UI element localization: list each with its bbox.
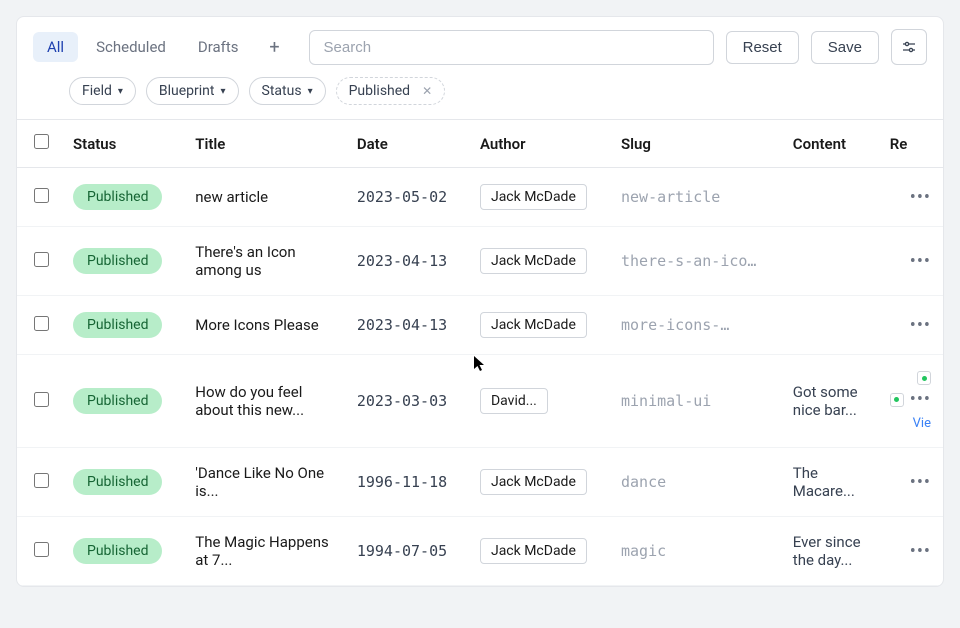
entry-type-tabs: All Scheduled Drafts + <box>33 32 289 62</box>
toolbar: All Scheduled Drafts + Reset Save <box>17 17 943 77</box>
status-badge: Published <box>73 184 162 210</box>
filter-field-label: Field <box>82 83 112 99</box>
col-title[interactable]: Title <box>183 120 345 168</box>
chevron-down-icon: ▾ <box>308 86 313 97</box>
active-filter-published[interactable]: Published ✕ <box>336 77 446 105</box>
entry-slug: there-s-an-ico… <box>621 252 756 270</box>
row-actions-menu[interactable]: ••• <box>910 315 931 336</box>
entry-date: 1994-07-05 <box>357 542 447 560</box>
table-row: Published There's an Icon among us 2023-… <box>17 227 943 296</box>
row-actions-menu[interactable]: ••• <box>910 251 931 272</box>
author-chip[interactable]: Jack McDade <box>480 312 587 338</box>
table-row: Published new article 2023-05-02 Jack Mc… <box>17 168 943 227</box>
author-chip[interactable]: Jack McDade <box>480 538 587 564</box>
filter-status[interactable]: Status ▾ <box>249 77 326 105</box>
plus-icon[interactable]: + <box>261 33 289 61</box>
entry-slug: new-article <box>621 188 720 206</box>
author-chip[interactable]: Jack McDade <box>480 184 587 210</box>
col-content[interactable]: Content <box>781 120 878 168</box>
table-header-row: Status Title Date Author Slug Content Re <box>17 120 943 168</box>
filter-blueprint[interactable]: Blueprint ▾ <box>146 77 239 105</box>
save-button[interactable]: Save <box>811 31 879 64</box>
status-badge: Published <box>73 538 162 564</box>
tab-scheduled[interactable]: Scheduled <box>82 32 180 62</box>
entry-title[interactable]: 'Dance Like No One is... <box>195 464 324 500</box>
columns-settings-button[interactable] <box>891 29 927 65</box>
col-author[interactable]: Author <box>468 120 609 168</box>
row-checkbox[interactable] <box>34 188 49 203</box>
entry-date: 2023-03-03 <box>357 392 447 410</box>
author-chip[interactable]: Jack McDade <box>480 248 587 274</box>
col-status[interactable]: Status <box>61 120 183 168</box>
table-row: Published More Icons Please 2023-04-13 J… <box>17 296 943 355</box>
row-actions-menu[interactable]: ••• <box>910 187 931 208</box>
entry-date: 2023-05-02 <box>357 188 447 206</box>
entry-title[interactable]: The Magic Happens at 7... <box>195 533 328 569</box>
entries-table: Status Title Date Author Slug Content Re… <box>17 120 943 586</box>
close-icon[interactable]: ✕ <box>422 84 432 98</box>
entries-panel: All Scheduled Drafts + Reset Save Field … <box>16 16 944 587</box>
tab-drafts[interactable]: Drafts <box>184 32 253 62</box>
col-slug[interactable]: Slug <box>609 120 781 168</box>
active-filter-label: Published <box>349 83 410 99</box>
entry-content-preview: Got some nice bar... <box>793 383 858 419</box>
entry-title[interactable]: new article <box>195 188 268 206</box>
status-badge: Published <box>73 248 162 274</box>
entry-title[interactable]: How do you feel about this new... <box>195 383 304 419</box>
status-badge: Published <box>73 469 162 495</box>
col-date[interactable]: Date <box>345 120 468 168</box>
entry-date: 2023-04-13 <box>357 252 447 270</box>
chevron-down-icon: ▾ <box>221 86 226 97</box>
status-badge: Published <box>73 312 162 338</box>
entry-title[interactable]: More Icons Please <box>195 316 318 334</box>
filter-status-label: Status <box>262 83 302 99</box>
filter-field[interactable]: Field ▾ <box>69 77 136 105</box>
reset-button[interactable]: Reset <box>726 31 799 64</box>
revision-chip[interactable] <box>917 371 931 385</box>
revision-chip[interactable] <box>890 393 904 407</box>
entry-title[interactable]: There's an Icon among us <box>195 243 295 279</box>
author-chip[interactable]: Jack McDade <box>480 469 587 495</box>
entry-content-preview: Ever since the day... <box>793 533 861 569</box>
filter-blueprint-label: Blueprint <box>159 83 215 99</box>
sliders-icon <box>901 39 917 55</box>
entry-slug: more-icons-… <box>621 316 729 334</box>
select-all-checkbox[interactable] <box>34 134 49 149</box>
row-checkbox[interactable] <box>34 473 49 488</box>
row-checkbox[interactable] <box>34 252 49 267</box>
author-chip[interactable]: David... <box>480 388 548 414</box>
table-row: Published How do you feel about this new… <box>17 355 943 448</box>
view-link[interactable]: Vie <box>913 416 931 431</box>
table-wrapper: Status Title Date Author Slug Content Re… <box>17 119 943 586</box>
search-wrapper <box>309 30 714 65</box>
table-row: Published The Magic Happens at 7... 1994… <box>17 517 943 586</box>
table-row: Published 'Dance Like No One is... 1996-… <box>17 448 943 517</box>
entry-slug: minimal-ui <box>621 392 711 410</box>
chevron-down-icon: ▾ <box>118 86 123 97</box>
tab-all[interactable]: All <box>33 32 78 62</box>
row-actions-menu[interactable]: ••• <box>910 389 931 410</box>
row-checkbox[interactable] <box>34 316 49 331</box>
filter-bar: Field ▾ Blueprint ▾ Status ▾ Published ✕ <box>17 77 943 119</box>
entry-slug: dance <box>621 473 666 491</box>
row-actions-menu[interactable]: ••• <box>910 472 931 493</box>
col-rev[interactable]: Re <box>878 120 943 168</box>
row-checkbox[interactable] <box>34 392 49 407</box>
entry-content-preview: The Macare... <box>793 464 855 500</box>
status-badge: Published <box>73 388 162 414</box>
entry-date: 1996-11-18 <box>357 473 447 491</box>
row-actions-menu[interactable]: ••• <box>910 541 931 562</box>
row-checkbox[interactable] <box>34 542 49 557</box>
entry-date: 2023-04-13 <box>357 316 447 334</box>
entry-slug: magic <box>621 542 666 560</box>
search-input[interactable] <box>309 30 714 65</box>
